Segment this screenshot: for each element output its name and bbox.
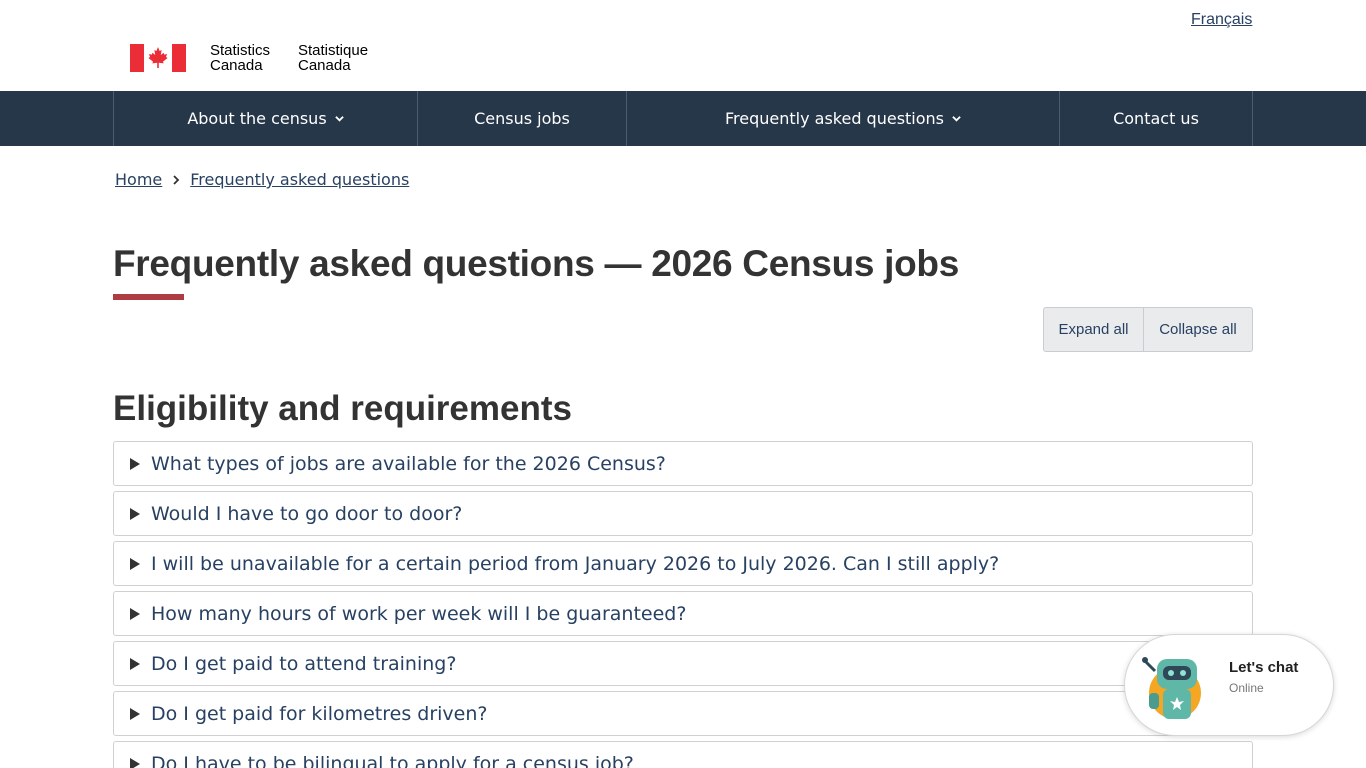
breadcrumb-home-link[interactable]: Home — [115, 170, 162, 189]
title-underline — [113, 294, 184, 300]
faq-list: What types of jobs are available for the… — [113, 441, 1253, 768]
chat-status: Online — [1229, 681, 1264, 695]
faq-question[interactable]: Would I have to go door to door? — [113, 491, 1253, 536]
faq-question[interactable]: What types of jobs are available for the… — [113, 441, 1253, 486]
breadcrumb-faq-link[interactable]: Frequently asked questions — [190, 170, 409, 189]
brand-name-french: Statistique Canada — [298, 42, 369, 74]
nav-item-frequently-asked-questions[interactable]: Frequently asked questions — [627, 91, 1060, 146]
collapse-all-button[interactable]: Collapse all — [1144, 307, 1253, 352]
expand-collapse-group: Expand all Collapse all — [1043, 307, 1253, 352]
chevron-down-icon — [334, 116, 344, 122]
triangle-right-icon — [130, 457, 140, 470]
canada-flag-icon — [130, 44, 186, 72]
page-title: Frequently asked questions — 2026 Census… — [113, 243, 959, 284]
triangle-right-icon — [130, 557, 140, 570]
faq-question[interactable]: How many hours of work per week will I b… — [113, 591, 1253, 636]
faq-question[interactable]: Do I get paid for kilometres driven? — [113, 691, 1253, 736]
faq-question[interactable]: I will be unavailable for a certain peri… — [113, 541, 1253, 586]
expand-all-button[interactable]: Expand all — [1043, 307, 1144, 352]
chevron-right-icon — [173, 174, 180, 185]
chat-widget[interactable]: Let's chat Online — [1124, 634, 1334, 736]
chat-title: Let's chat — [1229, 659, 1299, 676]
faq-question[interactable]: Do I get paid to attend training? — [113, 641, 1253, 686]
triangle-right-icon — [130, 657, 140, 670]
section-title: Eligibility and requirements — [113, 389, 572, 428]
language-toggle-link[interactable]: Français — [1191, 11, 1252, 29]
faq-question[interactable]: Do I have to be bilingual to apply for a… — [113, 741, 1253, 768]
triangle-right-icon — [130, 607, 140, 620]
chevron-down-icon — [952, 116, 961, 122]
robot-icon — [1142, 657, 1201, 719]
breadcrumb: Home Frequently asked questions — [115, 170, 409, 189]
brand-name-english: Statistics Canada — [210, 42, 271, 74]
nav-item-census-jobs[interactable]: Census jobs — [418, 91, 627, 146]
site-brand[interactable]: Statistics Canada Statistique Canada — [130, 43, 388, 73]
triangle-right-icon — [130, 757, 140, 768]
triangle-right-icon — [130, 507, 140, 520]
main-navigation: About the census Census jobs Frequently … — [0, 91, 1366, 146]
nav-item-contact-us[interactable]: Contact us — [1060, 91, 1253, 146]
triangle-right-icon — [130, 707, 140, 720]
nav-item-about-the-census[interactable]: About the census — [114, 91, 418, 146]
